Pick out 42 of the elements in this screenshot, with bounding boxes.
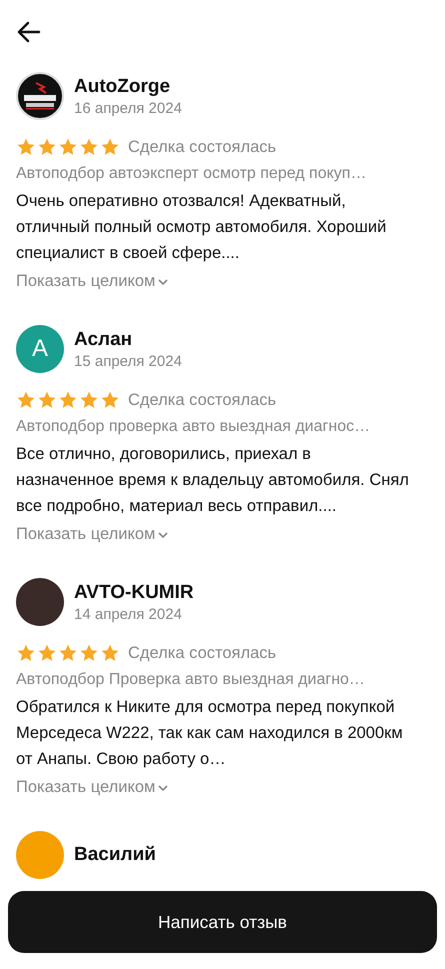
chevron-down-icon [157, 530, 170, 538]
author-name: Василий [74, 844, 156, 866]
show-more-link[interactable]: Показать целиком [16, 778, 170, 797]
star-icon [79, 137, 99, 157]
author-name: AVTO-KUMIR [74, 582, 194, 604]
deal-status: Сделка состоялась [128, 390, 276, 410]
review-text: Все отлично, договорились, приехал в назначенное время к владельцу автомобиля. Снял все подробно, материал весь отправил.... [16, 444, 410, 517]
letter-avatar: А [16, 325, 64, 373]
author-name: Аслан [74, 328, 134, 350]
back-button[interactable] [16, 19, 42, 45]
star-icon [58, 137, 78, 157]
star-icon [79, 643, 99, 663]
service-title: Автоподбор Проверка авто выездная диагно… [16, 670, 366, 690]
write-review-button[interactable]: Написать отзыв [8, 891, 437, 953]
star-icon [100, 643, 120, 663]
chevron-down-icon [157, 784, 170, 792]
review-text: Обратился к Никите для осмотра перед покупкой Мерседеса W222, так как сам находился в 2000км от Анапы. Свою работу о… [16, 697, 404, 770]
review-date: 15 апреля 2024 [74, 352, 182, 370]
star-icon [16, 137, 36, 157]
star-icon [37, 137, 57, 157]
chevron-down-icon [157, 278, 170, 286]
review-date: 16 апреля 2024 [74, 100, 182, 116]
deal-status: Сделка состоялась [128, 644, 276, 662]
star-icon [79, 390, 99, 410]
review-date: 14 апреля 2024 [74, 606, 183, 622]
service-title: Автоподбор автоэксперт осмотр перед покуп… [16, 164, 368, 184]
star-icon [58, 390, 78, 410]
star-icon [37, 390, 57, 410]
star-icon [37, 643, 57, 663]
photo-placeholder [16, 578, 64, 626]
author-name: AutoZorge [74, 76, 172, 98]
logo-avatar [16, 72, 64, 120]
show-more-link[interactable]: Показать целиком [16, 525, 170, 544]
star-icon [16, 390, 36, 410]
deal-status: Сделка состоялась [128, 138, 276, 156]
star-icon [100, 137, 120, 157]
show-more-link[interactable]: Показать целиком [16, 272, 170, 291]
service-title: Автоподбор проверка авто выездная диагнос… [16, 417, 372, 437]
review-text: Очень оперативно отозвался! Адекватный, отличный полный осмотр автомобиля. Хороший специалист в своей сфере.... [16, 191, 388, 264]
star-icon [16, 643, 36, 663]
star-icon [58, 643, 78, 663]
star-icon [100, 390, 120, 410]
